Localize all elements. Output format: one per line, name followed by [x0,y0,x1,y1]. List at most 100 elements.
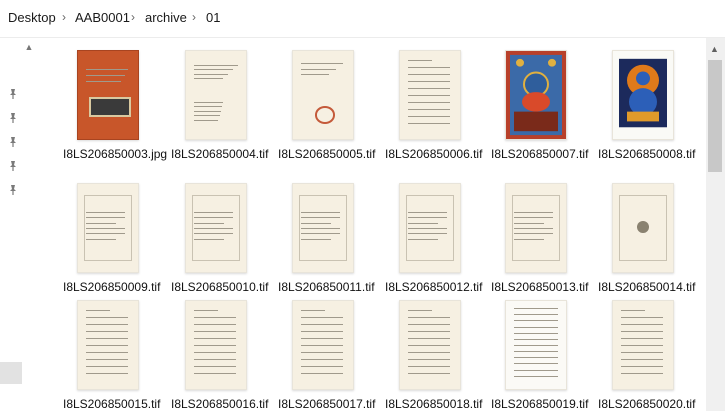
text-line [86,238,117,240]
text-line [86,68,129,70]
text-line [301,68,337,70]
text-line [514,351,558,353]
file-thumbnail[interactable] [77,300,139,390]
text-line [301,337,344,339]
text-line [194,73,228,75]
text-line [621,366,664,368]
breadcrumb-aab0001[interactable]: AAB0001 [75,10,130,25]
text-line [86,337,129,339]
text-line [194,316,237,318]
text-line [514,308,558,310]
text-line [514,217,553,219]
text-line [194,323,237,325]
text-line [86,345,129,346]
text-line [408,316,451,318]
text-line [301,309,326,311]
text-line [514,369,558,371]
text-line [86,330,129,332]
text-line [194,233,233,235]
text-line [194,345,237,346]
pin-icon[interactable] [7,136,19,148]
file-name-label: I8LS206850016.tif [171,397,269,411]
text-line [86,309,111,311]
text-line [86,316,129,318]
file-name-label: I8LS206850010.tif [171,280,269,294]
breadcrumb: Desktop › AAB0001 › archive › 01 [0,0,725,38]
pin-icon[interactable] [7,184,19,196]
text-line [301,217,340,219]
file-thumbnail[interactable] [505,300,567,390]
file-thumbnail[interactable] [399,183,461,273]
file-name-label: I8LS206850005.tif [278,147,376,161]
text-line [514,314,558,316]
breadcrumb-archive[interactable]: archive [145,10,187,25]
file-thumbnail[interactable] [77,183,139,273]
scroll-up-arrow-icon[interactable]: ▲ [24,42,34,54]
file-thumbnail[interactable] [399,50,461,140]
text-line [408,233,447,235]
text-line [621,323,664,325]
file-thumbnail[interactable] [185,50,247,140]
file-thumbnail[interactable] [292,183,354,273]
text-line [86,74,125,76]
ornament-icon [314,105,336,124]
text-line [194,330,237,332]
text-line [194,373,237,375]
file-thumbnail[interactable] [505,50,567,140]
text-line [301,212,340,214]
text-line [408,73,451,75]
breadcrumb-desktop[interactable]: Desktop [8,10,56,25]
pin-icon[interactable] [7,112,19,124]
text-line [86,217,125,219]
file-thumbnail[interactable] [612,50,674,140]
file-thumbnail[interactable] [185,300,247,390]
text-line [194,119,219,121]
text-line [408,102,451,104]
text-line [194,217,233,219]
file-thumbnail[interactable] [77,50,139,140]
text-line [194,212,233,214]
file-thumbnail[interactable] [612,183,674,273]
file-thumbnail[interactable] [292,300,354,390]
text-line [408,238,439,240]
nav-selected-item[interactable] [0,362,22,384]
pin-icon[interactable] [7,160,19,172]
text-line [514,326,558,328]
text-line [408,222,439,224]
text-line [301,323,344,325]
breadcrumb-01[interactable]: 01 [206,10,220,25]
text-line [86,352,129,354]
text-line [621,330,664,332]
text-line [86,323,129,325]
text-line [301,233,340,235]
text-line [301,238,332,240]
scroll-up-arrow-icon[interactable]: ▲ [710,44,719,54]
chevron-right-icon: › [62,10,66,24]
text-line [301,373,344,375]
file-thumbnail[interactable] [185,183,247,273]
text-line [408,352,451,354]
text-line [194,359,237,361]
file-thumbnail[interactable] [612,300,674,390]
file-thumbnail[interactable] [292,50,354,140]
text-line [301,228,340,229]
file-thumbnail[interactable] [399,300,461,390]
text-line [86,359,129,361]
text-line [194,110,221,112]
pin-icon[interactable] [7,88,19,100]
text-line [408,80,451,82]
text-line [301,345,344,346]
text-line [86,233,125,235]
text-line [514,320,558,322]
text-line [408,366,451,368]
text-line [514,228,553,229]
text-line [621,337,664,339]
scrollbar[interactable]: ▲ [706,38,725,411]
text-line [86,222,117,224]
text-line [194,106,222,108]
scrollbar-thumb[interactable] [708,60,722,172]
cover-book-image [88,96,132,117]
text-line [514,222,545,224]
file-thumbnail[interactable] [505,183,567,273]
text-line [514,332,558,334]
